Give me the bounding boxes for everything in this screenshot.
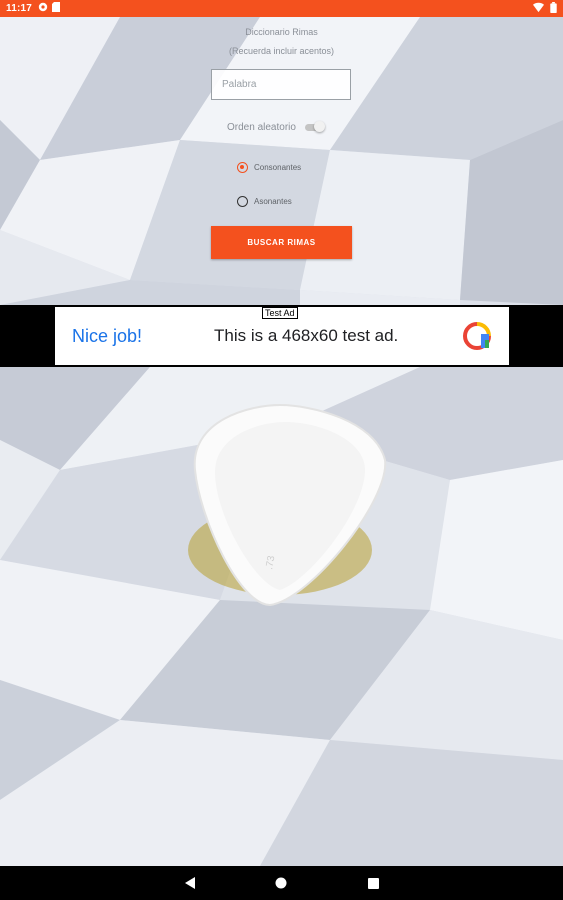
sd-card-icon <box>52 2 61 15</box>
app-title: Diccionario Rimas <box>245 27 318 37</box>
random-order-switch[interactable] <box>304 121 325 132</box>
search-rhymes-button[interactable]: BUSCAR RIMAS <box>211 226 352 259</box>
home-icon[interactable] <box>274 876 288 890</box>
ad-headline[interactable]: Nice job! <box>72 326 142 347</box>
wifi-icon <box>533 2 544 16</box>
radio-consonantes[interactable]: Consonantes <box>237 159 301 175</box>
random-order-label: Orden aleatorio <box>227 121 296 133</box>
radio-asonantes[interactable]: Asonantes <box>237 193 292 209</box>
radio-label-asonantes: Asonantes <box>254 196 292 206</box>
radio-unchecked-icon[interactable] <box>237 195 248 207</box>
ad-body[interactable]: This is a 468x60 test ad. <box>214 326 398 346</box>
status-bar: 11:17 <box>0 0 563 17</box>
battery-icon <box>550 2 557 16</box>
status-time: 11:17 <box>6 3 33 14</box>
guitar-pick-image: .73 <box>188 403 387 607</box>
back-icon[interactable] <box>183 876 197 890</box>
navigation-bar <box>0 866 563 900</box>
radio-checked-icon[interactable] <box>237 161 248 173</box>
radio-label-consonantes: Consonantes <box>254 162 302 172</box>
word-input[interactable] <box>211 69 351 100</box>
ad-logo-icon[interactable] <box>462 321 492 351</box>
random-order-row[interactable]: Orden aleatorio <box>227 120 325 134</box>
app-subtitle: (Recuerda incluir acentos) <box>228 46 335 56</box>
settings-badge-icon <box>38 2 48 15</box>
test-ad-label: Test Ad <box>262 307 298 319</box>
recents-icon[interactable] <box>366 876 380 890</box>
